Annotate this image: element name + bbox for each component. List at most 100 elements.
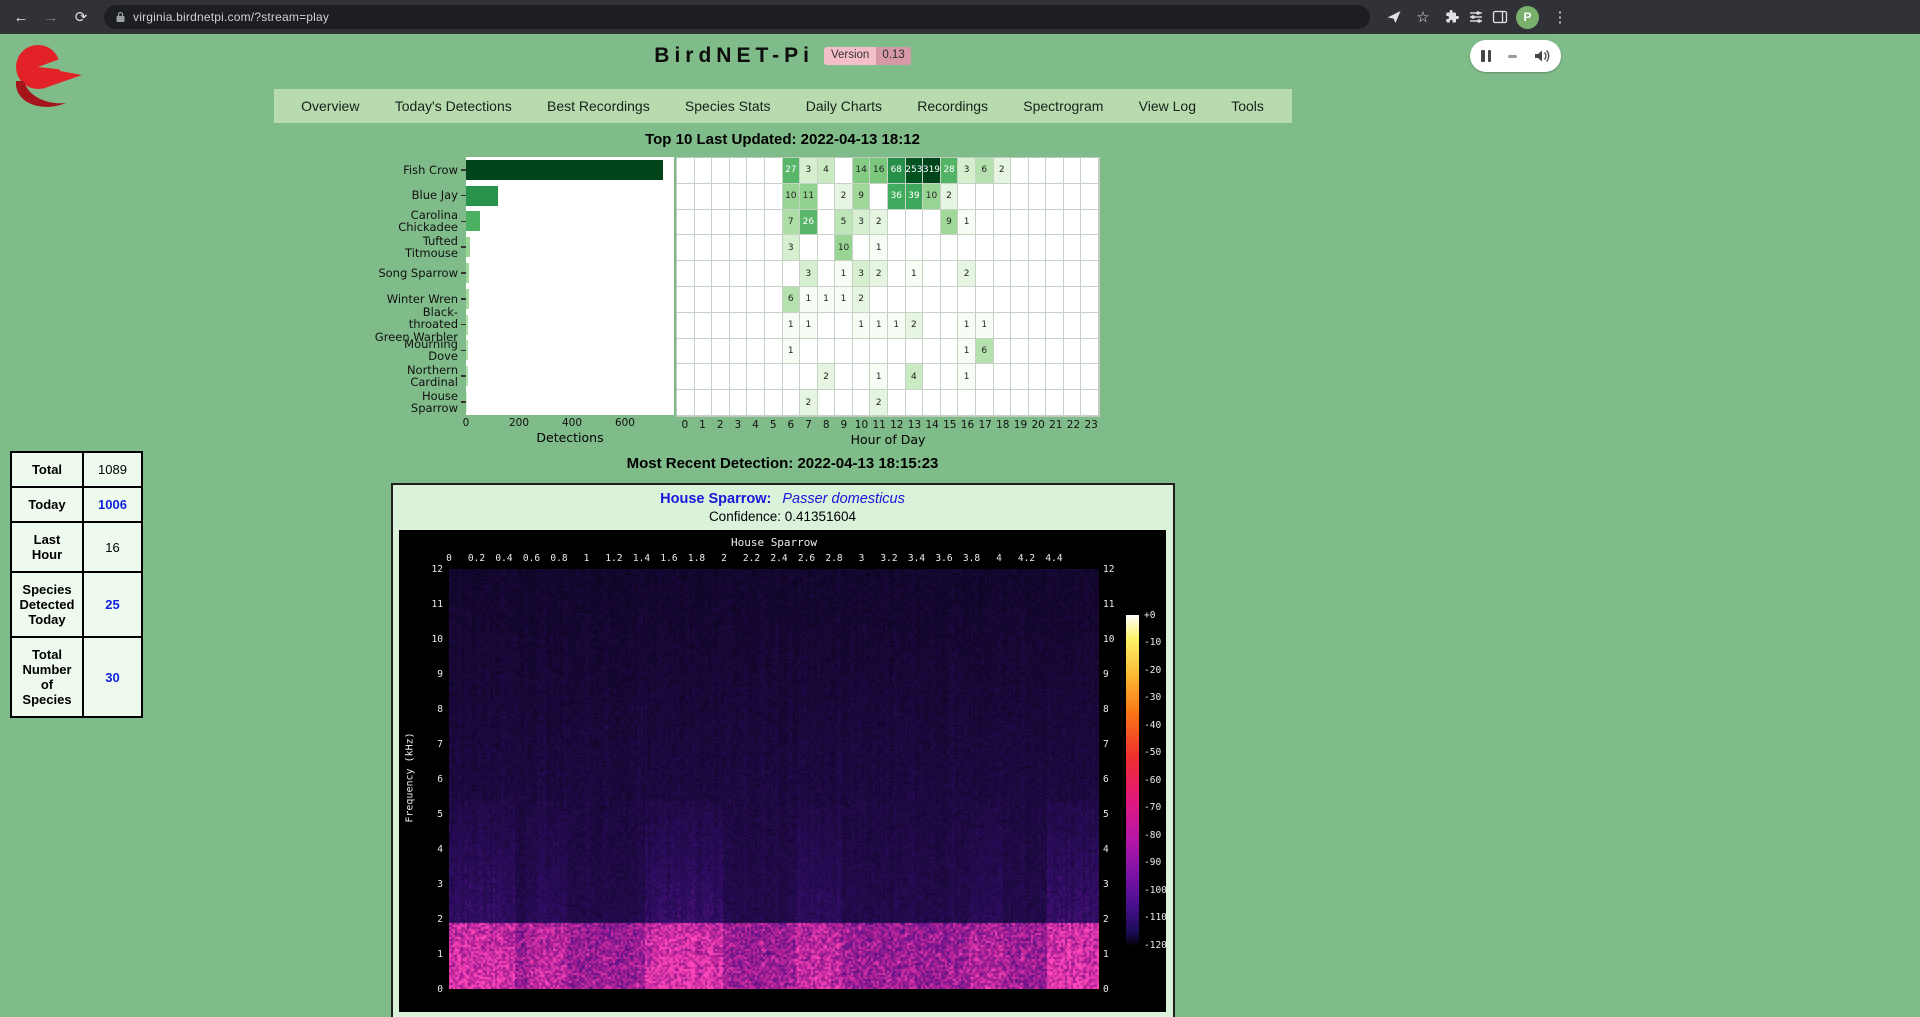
detections-bar — [466, 186, 498, 206]
heatmap-cell — [695, 364, 713, 390]
confidence-text: Confidence: 0.41351604 — [393, 509, 1173, 524]
pause-icon[interactable] — [1481, 50, 1491, 62]
hour-tick: 5 — [764, 419, 782, 431]
heatmap-cell — [712, 390, 730, 416]
species-tick-label: Fish Crow — [374, 157, 466, 183]
heatmap-cell — [677, 158, 695, 184]
nav-item-best-recordings[interactable]: Best Recordings — [547, 98, 650, 114]
heatmap-cell — [677, 364, 695, 390]
heatmap-cell — [994, 235, 1012, 261]
media-controls-icon[interactable] — [1468, 9, 1484, 25]
bookmark-star-icon[interactable]: ☆ — [1410, 4, 1436, 30]
heatmap-cell — [1046, 210, 1064, 236]
heatmap-cell — [712, 364, 730, 390]
nav-item-recordings[interactable]: Recordings — [917, 98, 988, 114]
audio-player[interactable] — [1470, 40, 1561, 72]
sono-xtick: 2 — [721, 553, 727, 564]
heatmap-cell — [730, 235, 748, 261]
forward-icon[interactable]: → — [38, 4, 64, 30]
heatmap-cell — [765, 261, 783, 287]
heatmap-cell — [712, 210, 730, 236]
heatmap-cell — [800, 339, 818, 365]
reload-icon[interactable]: ⟳ — [68, 4, 94, 30]
heatmap-cell — [730, 261, 748, 287]
hour-tick: 2 — [711, 419, 729, 431]
bar-row — [466, 157, 674, 183]
menu-kebab-icon[interactable]: ⋮ — [1547, 4, 1573, 30]
heatmap-cell — [870, 184, 888, 210]
heatmap-cell: 7 — [783, 210, 801, 236]
heatmap-cell — [1081, 339, 1099, 365]
heatmap-cell: 5 — [835, 210, 853, 236]
volume-icon[interactable] — [1534, 49, 1550, 63]
heatmap-cell — [1046, 313, 1064, 339]
species-tick-label: Carolina Chickadee — [374, 209, 466, 235]
stats-label: Today — [11, 487, 83, 522]
heatmap-cell — [695, 158, 713, 184]
heatmap-cell: 1 — [958, 364, 976, 390]
heatmap-cell — [853, 339, 871, 365]
heatmap-cell — [765, 210, 783, 236]
back-icon[interactable]: ← — [8, 4, 34, 30]
heatmap-cell — [870, 339, 888, 365]
nav-item-species-stats[interactable]: Species Stats — [685, 98, 771, 114]
heatmap-cell — [1011, 313, 1029, 339]
species-scientific-link[interactable]: Passer domesticus — [782, 491, 905, 507]
extensions-icon[interactable] — [1444, 9, 1460, 25]
side-panel-icon[interactable] — [1492, 9, 1508, 25]
species-tick-label: Song Sparrow — [374, 260, 466, 286]
heatmap-cell — [1081, 261, 1099, 287]
heatmap-cell — [906, 390, 924, 416]
send-icon[interactable] — [1386, 9, 1402, 25]
stats-value[interactable]: 25 — [83, 572, 142, 637]
heatmap-cell: 6 — [976, 158, 994, 184]
heatmap-cell: 10 — [923, 184, 941, 210]
heatmap-cell — [994, 390, 1012, 416]
heatmap-cell: 26 — [800, 210, 818, 236]
heatmap-cell — [783, 364, 801, 390]
version-value: 0.13 — [876, 47, 910, 65]
nav-item-tools[interactable]: Tools — [1231, 98, 1264, 114]
heatmap-cell — [747, 287, 765, 313]
heatmap-cell — [1064, 364, 1082, 390]
heatmap-cell: 6 — [783, 287, 801, 313]
heatmap-cell — [677, 390, 695, 416]
heatmap-cell: 1 — [835, 287, 853, 313]
heatmap-cell — [712, 158, 730, 184]
nav-item-view-log[interactable]: View Log — [1139, 98, 1196, 114]
heatmap-cell — [747, 390, 765, 416]
hour-tick: 0 — [676, 419, 694, 431]
hour-tick: 10 — [853, 419, 871, 431]
heatmap-cell — [906, 339, 924, 365]
heatmap-cell — [695, 261, 713, 287]
profile-avatar[interactable]: P — [1516, 6, 1539, 29]
sono-xtick: 1.2 — [605, 553, 622, 564]
species-tick-label: Northern Cardinal — [374, 363, 466, 389]
url-bar[interactable]: virginia.birdnetpi.com/?stream=play — [104, 5, 1370, 29]
heatmap-cell — [941, 339, 959, 365]
heatmap-cell — [818, 261, 836, 287]
heatmap-cell: 1 — [783, 339, 801, 365]
heatmap-cell: 3 — [783, 235, 801, 261]
heatmap-cell: 1 — [888, 313, 906, 339]
heatmap-cell — [747, 364, 765, 390]
nav-item-overview[interactable]: Overview — [301, 98, 359, 114]
heatmap-cell: 2 — [835, 184, 853, 210]
sono-ytick: 1 — [1103, 949, 1131, 960]
birdnetpi-logo[interactable] — [8, 41, 84, 113]
hour-tick: 3 — [729, 419, 747, 431]
species-common-link[interactable]: House Sparrow: — [660, 491, 771, 507]
heatmap-cell: 2 — [994, 158, 1012, 184]
nav-item-daily-charts[interactable]: Daily Charts — [806, 98, 882, 114]
spectrogram-y-axis-label: Frequency (kHz) — [405, 677, 416, 877]
x-tick: 200 — [509, 417, 529, 429]
stats-value[interactable]: 1006 — [83, 487, 142, 522]
hour-tick: 18 — [994, 419, 1012, 431]
heatmap-cell — [994, 287, 1012, 313]
heatmap-cell — [1029, 313, 1047, 339]
heatmap-cell — [783, 261, 801, 287]
stats-value[interactable]: 30 — [83, 637, 142, 717]
sono-ytick: 11 — [1103, 599, 1131, 610]
nav-item-spectrogram[interactable]: Spectrogram — [1023, 98, 1103, 114]
nav-item-today-s-detections[interactable]: Today's Detections — [395, 98, 512, 114]
